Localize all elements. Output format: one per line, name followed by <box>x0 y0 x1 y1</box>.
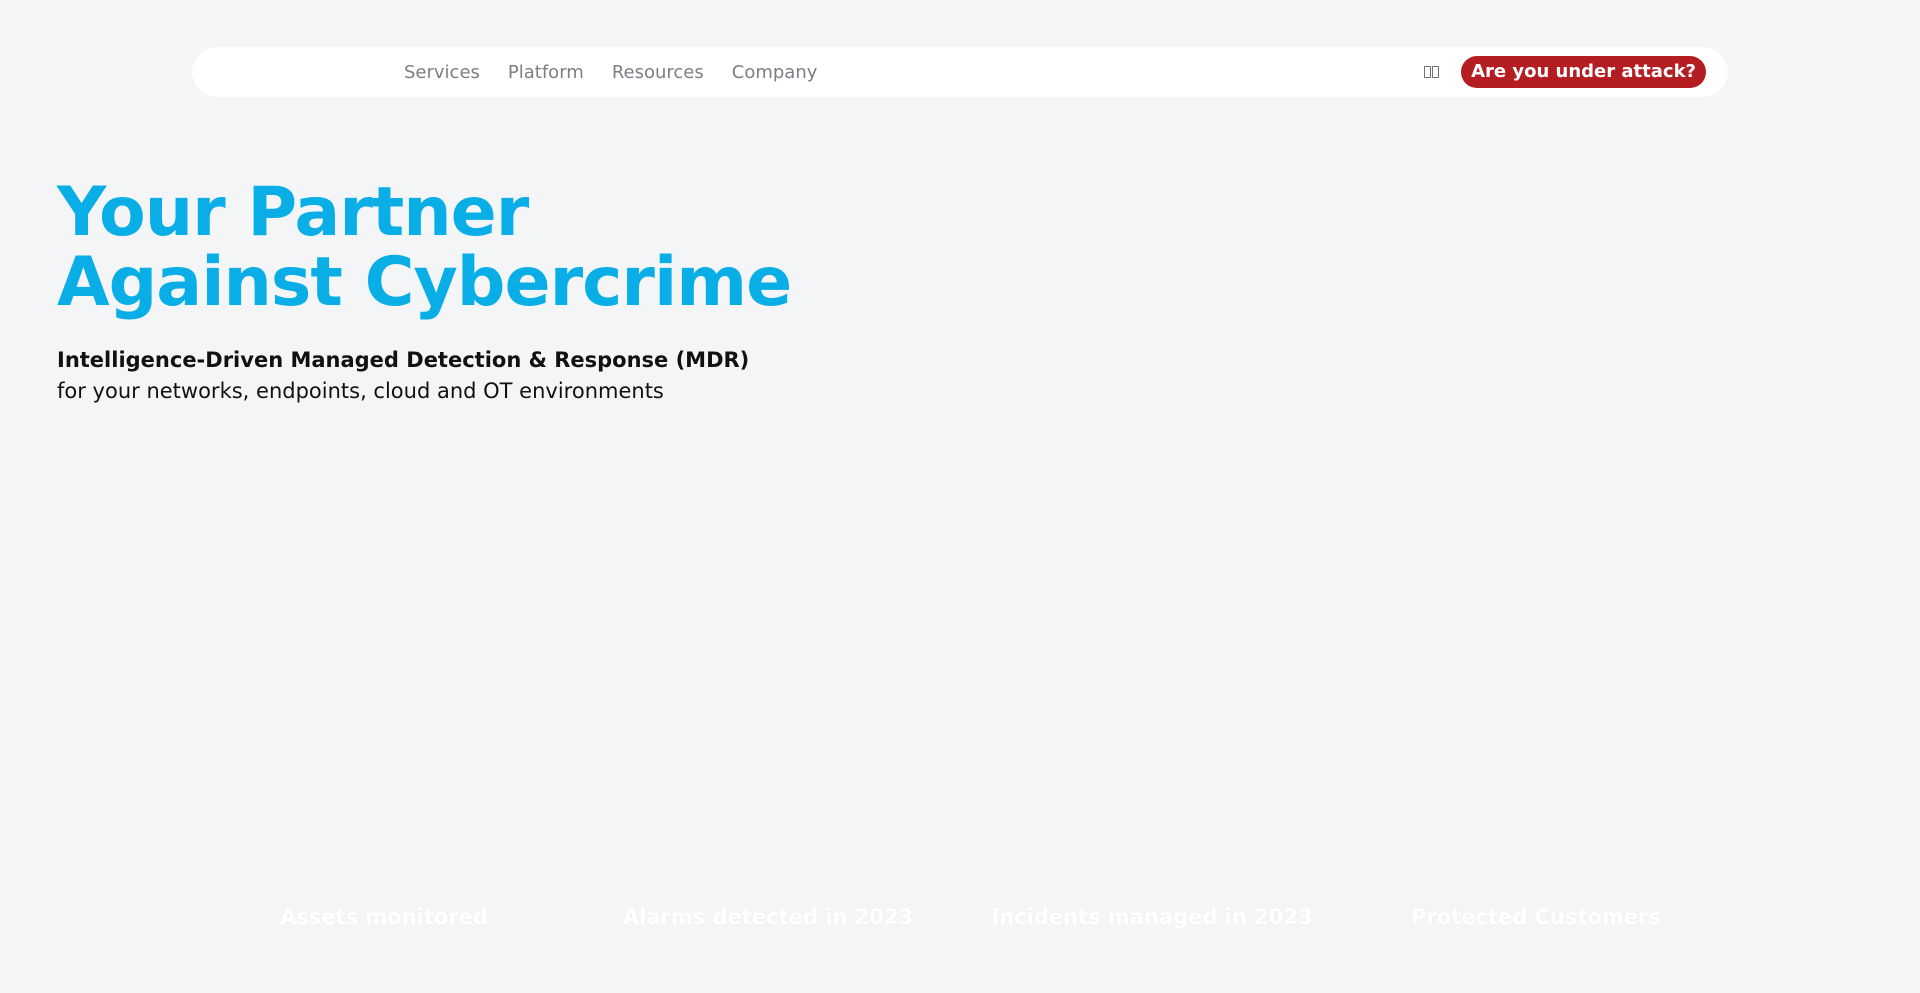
nav-link-resources[interactable]: Resources <box>612 62 704 83</box>
hero-subtitle-bold: Intelligence-Driven Managed Detection & … <box>57 348 750 372</box>
nav-links: Services Platform Resources Company <box>404 47 817 97</box>
nav-link-company[interactable]: Company <box>732 62 818 83</box>
nav-link-services[interactable]: Services <box>404 62 480 83</box>
stat-label-assets: Assets monitored <box>280 905 488 929</box>
page: Services Platform Resources Company Are … <box>0 0 1920 993</box>
under-attack-button[interactable]: Are you under attack? <box>1461 56 1706 88</box>
stat-label-alarms: Alarms detected in 2023 <box>622 905 914 929</box>
language-toggle-icon[interactable] <box>1424 66 1440 78</box>
stat-label-incidents: Incidents managed in 2023 <box>991 905 1313 929</box>
top-navigation: Services Platform Resources Company Are … <box>192 47 1728 97</box>
nav-actions: Are you under attack? <box>1424 47 1706 97</box>
hero-subtitle: for your networks, endpoints, cloud and … <box>57 379 664 403</box>
language-box-icon <box>1432 66 1440 78</box>
hero-title-line-2: Against Cybercrime <box>57 243 792 322</box>
hero-title-line-1: Your Partner <box>57 173 529 252</box>
hero-section: Your Partner Against Cybercrime Intellig… <box>57 178 792 407</box>
stat-label-customers: Protected Customers <box>1411 905 1661 929</box>
language-box-icon <box>1424 66 1432 78</box>
stats-bar: Assets monitored Alarms detected in 2023… <box>192 905 1728 941</box>
hero-title: Your Partner Against Cybercrime <box>57 178 792 318</box>
nav-link-platform[interactable]: Platform <box>508 62 584 83</box>
